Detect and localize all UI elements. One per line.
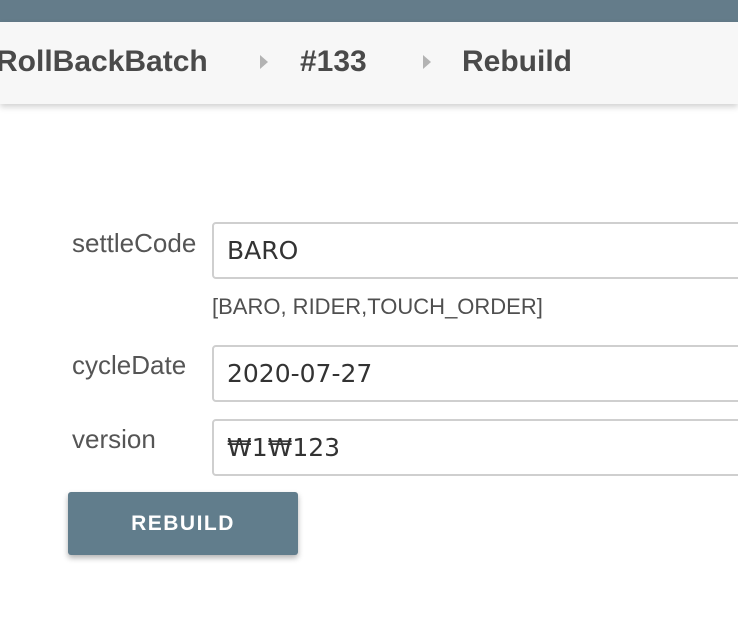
- chevron-right-icon: [260, 55, 268, 69]
- cycle-date-input[interactable]: [212, 345, 738, 402]
- breadcrumb-item-rebuild: Rebuild: [462, 45, 572, 78]
- version-input[interactable]: [212, 419, 738, 476]
- cycle-date-label: cycleDate: [72, 350, 187, 380]
- breadcrumb-item-job[interactable]: tRollBackBatch: [0, 45, 208, 79]
- breadcrumb: tRollBackBatch #133 Rebuild: [0, 22, 738, 104]
- settle-code-hint: [BARO, RIDER,TOUCH_ORDER]: [212, 294, 543, 319]
- settle-code-input[interactable]: [212, 222, 738, 279]
- chevron-right-icon: [423, 55, 431, 69]
- breadcrumb-item-build[interactable]: #133: [300, 45, 367, 79]
- rebuild-button[interactable]: REBUILD: [68, 492, 298, 555]
- top-app-bar: [0, 0, 738, 22]
- version-label: version: [72, 424, 156, 454]
- settle-code-label: settleCode: [72, 228, 197, 258]
